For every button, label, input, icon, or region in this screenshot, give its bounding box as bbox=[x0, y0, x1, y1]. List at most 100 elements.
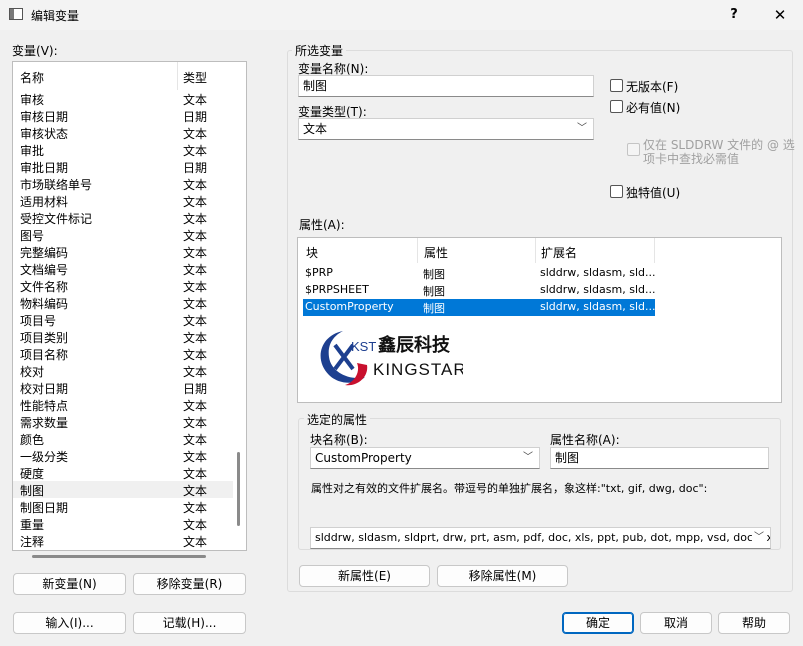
variable-type: 文本 bbox=[183, 144, 208, 158]
list-item[interactable]: 图号 文本 bbox=[13, 226, 233, 243]
list-item[interactable]: 制图日期 文本 bbox=[13, 498, 233, 515]
list-item[interactable]: 审核状态 文本 bbox=[13, 124, 233, 141]
variables-list-header: 名称 类型 bbox=[13, 62, 233, 90]
column-header-block[interactable]: 块 bbox=[306, 244, 318, 261]
horizontal-scrollbar[interactable] bbox=[32, 555, 206, 558]
variable-type: 文本 bbox=[183, 229, 208, 243]
extensions-value: slddrw, sldasm, sldprt, drw, prt, asm, p… bbox=[315, 531, 771, 544]
list-item[interactable]: 文档编号 文本 bbox=[13, 260, 233, 277]
logo-kst-text: KST bbox=[351, 339, 376, 354]
column-header-type[interactable]: 类型 bbox=[183, 69, 207, 86]
remove-variable-button[interactable]: 移除变量(R) bbox=[133, 573, 246, 595]
attribute-cell-block: $PRPSHEET bbox=[305, 283, 369, 296]
list-item[interactable]: 重量 文本 bbox=[13, 515, 233, 532]
unique-label: 独特值(U) bbox=[626, 186, 681, 200]
variable-name: 市场联络单号 bbox=[20, 178, 93, 192]
list-item[interactable]: 物料编码 文本 bbox=[13, 294, 233, 311]
chevron-down-icon: ﹀ bbox=[577, 123, 587, 134]
unique-checkbox[interactable] bbox=[610, 185, 623, 198]
required-label: 必有值(N) bbox=[626, 101, 681, 115]
variable-name: 审核状态 bbox=[20, 127, 69, 141]
column-header-attr[interactable]: 属性 bbox=[424, 244, 448, 261]
close-icon[interactable]: ✕ bbox=[757, 0, 803, 30]
variable-name: 审批 bbox=[20, 144, 45, 158]
variable-type: 文本 bbox=[183, 212, 208, 226]
remove-attribute-button[interactable]: 移除属性(M) bbox=[437, 565, 568, 587]
list-item[interactable]: 颜色 文本 bbox=[13, 430, 233, 447]
list-item[interactable]: 注释 文本 bbox=[13, 532, 233, 549]
variable-name: 文档编号 bbox=[20, 263, 69, 277]
variable-name: 制图日期 bbox=[20, 501, 69, 515]
variable-name: 颜色 bbox=[20, 433, 45, 447]
list-item[interactable]: 项目类别 文本 bbox=[13, 328, 233, 345]
variable-type: 文本 bbox=[183, 263, 208, 277]
attribute-cell-ext: slddrw, sldasm, sld... bbox=[540, 300, 656, 313]
list-item[interactable]: 受控文件标记 文本 bbox=[13, 209, 233, 226]
no-version-checkbox[interactable] bbox=[610, 79, 623, 92]
table-row[interactable]: CustomProperty 制图 slddrw, sldasm, sld... bbox=[303, 299, 655, 316]
extensions-select[interactable]: slddrw, sldasm, sldprt, drw, prt, asm, p… bbox=[310, 527, 771, 549]
required-checkbox[interactable] bbox=[610, 100, 623, 113]
list-item[interactable]: 硬度 文本 bbox=[13, 464, 233, 481]
variable-name: 项目号 bbox=[20, 314, 57, 328]
variable-name: 完整编码 bbox=[20, 246, 69, 260]
search-slddrw-checkbox[interactable] bbox=[627, 143, 640, 156]
list-item[interactable]: 制图 文本 bbox=[13, 481, 233, 498]
attributes-label: 属性(A): bbox=[299, 218, 345, 232]
list-item[interactable]: 审批日期 日期 bbox=[13, 158, 233, 175]
variable-type: 日期 bbox=[183, 161, 208, 175]
new-variable-button[interactable]: 新变量(N) bbox=[13, 573, 126, 595]
selected-attribute-group-label: 选定的属性 bbox=[304, 411, 371, 428]
list-item[interactable]: 审核日期 日期 bbox=[13, 107, 233, 124]
help-icon[interactable]: ? bbox=[711, 0, 757, 30]
variable-type: 文本 bbox=[183, 314, 208, 328]
variable-type: 文本 bbox=[183, 535, 208, 549]
table-row[interactable]: $PRPSHEET 制图 slddrw, sldasm, sld... bbox=[303, 282, 655, 299]
vertical-scrollbar[interactable] bbox=[237, 452, 240, 526]
variable-name: 图号 bbox=[20, 229, 45, 243]
column-header-name[interactable]: 名称 bbox=[20, 69, 44, 86]
ok-button[interactable]: 确定 bbox=[562, 612, 634, 634]
variable-name: 项目类别 bbox=[20, 331, 69, 345]
help-button[interactable]: 帮助 bbox=[718, 612, 790, 634]
attribute-cell-attr: 制图 bbox=[423, 302, 445, 315]
attribute-name-input[interactable]: 制图 bbox=[550, 447, 769, 469]
list-item[interactable]: 完整编码 文本 bbox=[13, 243, 233, 260]
block-name-label: 块名称(B): bbox=[310, 433, 368, 447]
variable-type: 文本 bbox=[183, 365, 208, 379]
variable-type-select[interactable]: 文本 ﹀ bbox=[298, 118, 594, 140]
list-item[interactable]: 文件名称 文本 bbox=[13, 277, 233, 294]
list-item[interactable]: 市场联络单号 文本 bbox=[13, 175, 233, 192]
variable-name-input[interactable]: 制图 bbox=[298, 75, 594, 97]
list-item[interactable]: 需求数量 文本 bbox=[13, 413, 233, 430]
variables-list[interactable]: 名称 类型 审核 文本 审核日期 日期 审核状态 文本 审批 文本 审批日期 日期 市场联络单号 文本… bbox=[12, 61, 247, 551]
import-button[interactable]: 输入(I)... bbox=[13, 612, 126, 634]
variable-type: 文本 bbox=[183, 195, 208, 209]
list-item[interactable]: 校对日期 日期 bbox=[13, 379, 233, 396]
variable-type: 文本 bbox=[183, 178, 208, 192]
cancel-button[interactable]: 取消 bbox=[640, 612, 712, 634]
table-row[interactable]: $PRP 制图 slddrw, sldasm, sld... bbox=[303, 265, 655, 282]
record-button[interactable]: 记载(H)... bbox=[133, 612, 246, 634]
variable-type: 文本 bbox=[183, 450, 208, 464]
list-item[interactable]: 项目名称 文本 bbox=[13, 345, 233, 362]
variable-name: 受控文件标记 bbox=[20, 212, 93, 226]
list-item[interactable]: 审批 文本 bbox=[13, 141, 233, 158]
list-item[interactable]: 适用材料 文本 bbox=[13, 192, 233, 209]
variable-type: 文本 bbox=[183, 127, 208, 141]
block-name-select[interactable]: CustomProperty ﹀ bbox=[310, 447, 540, 469]
list-item[interactable]: 审核 文本 bbox=[13, 90, 233, 107]
variable-name: 硬度 bbox=[20, 467, 45, 481]
attribute-name-label: 属性名称(A): bbox=[550, 433, 620, 447]
list-item[interactable]: 校对 文本 bbox=[13, 362, 233, 379]
list-item[interactable]: 性能特点 文本 bbox=[13, 396, 233, 413]
variable-name: 物料编码 bbox=[20, 297, 69, 311]
list-item[interactable]: 项目号 文本 bbox=[13, 311, 233, 328]
new-attribute-button[interactable]: 新属性(E) bbox=[299, 565, 430, 587]
column-header-ext[interactable]: 扩展名 bbox=[541, 244, 577, 261]
variable-type: 日期 bbox=[183, 382, 208, 396]
variable-type: 文本 bbox=[183, 416, 208, 430]
list-item[interactable]: 一级分类 文本 bbox=[13, 447, 233, 464]
attribute-cell-block: $PRP bbox=[305, 266, 333, 279]
variable-name: 重量 bbox=[20, 518, 45, 532]
